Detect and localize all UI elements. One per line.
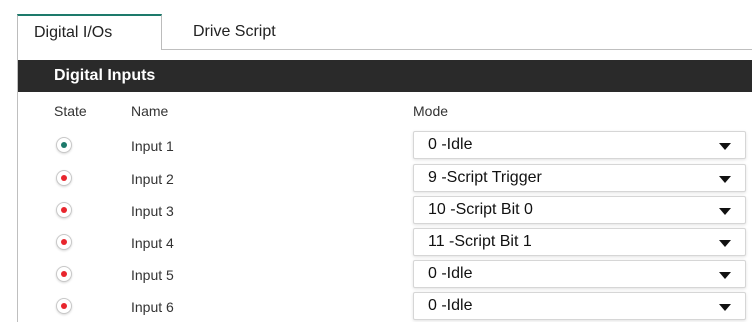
tab-digital-ios[interactable]: Digital I/Os	[17, 14, 162, 50]
state-indicator	[56, 170, 72, 186]
mode-value: 11 -Script Bit 1	[428, 233, 532, 250]
mode-select[interactable]: 9 -Script Trigger	[413, 164, 746, 192]
chevron-down-icon[interactable]	[719, 240, 731, 247]
column-header-state: State	[54, 103, 87, 119]
input-row: Input 4 11 -Script Bit 1	[0, 226, 752, 258]
state-indicator	[56, 298, 72, 314]
mode-value: 0 -Idle	[428, 297, 473, 314]
input-name: Input 3	[131, 203, 174, 219]
state-indicator	[56, 266, 72, 282]
tab-drive-script[interactable]: Drive Script	[177, 14, 307, 50]
mode-value: 0 -Idle	[428, 265, 473, 282]
mode-select[interactable]: 0 -Idle	[413, 292, 746, 320]
mode-select[interactable]: 0 -Idle	[413, 260, 746, 288]
input-name: Input 2	[131, 171, 174, 187]
input-row: Input 1 0 -Idle	[0, 129, 752, 161]
mode-value: 10 -Script Bit 0	[428, 201, 533, 218]
state-indicator	[56, 137, 72, 153]
input-name: Input 4	[131, 235, 174, 251]
state-indicator	[56, 202, 72, 218]
input-row: Input 6 0 -Idle	[0, 290, 752, 322]
column-header-mode: Mode	[413, 103, 449, 119]
input-row: Input 3 10 -Script Bit 0	[0, 194, 752, 226]
chevron-down-icon[interactable]	[719, 304, 731, 311]
chevron-down-icon[interactable]	[719, 176, 731, 183]
input-row: Input 5 0 -Idle	[0, 258, 752, 290]
tab-divider	[162, 49, 752, 50]
mode-select[interactable]: 0 -Idle	[413, 131, 746, 159]
mode-select[interactable]: 10 -Script Bit 0	[413, 196, 746, 224]
column-header-name: Name	[131, 103, 169, 119]
chevron-down-icon[interactable]	[719, 143, 731, 150]
chevron-down-icon[interactable]	[719, 208, 731, 215]
input-row: Input 2 9 -Script Trigger	[0, 162, 752, 194]
digital-inputs-header: Digital Inputs	[18, 60, 752, 92]
input-name: Input 5	[131, 267, 174, 283]
input-name: Input 1	[131, 138, 174, 154]
mode-select[interactable]: 11 -Script Bit 1	[413, 228, 746, 256]
chevron-down-icon[interactable]	[719, 272, 731, 279]
mode-value: 0 -Idle	[428, 136, 473, 153]
input-name: Input 6	[131, 299, 174, 315]
mode-value: 9 -Script Trigger	[428, 169, 542, 186]
state-indicator	[56, 234, 72, 250]
